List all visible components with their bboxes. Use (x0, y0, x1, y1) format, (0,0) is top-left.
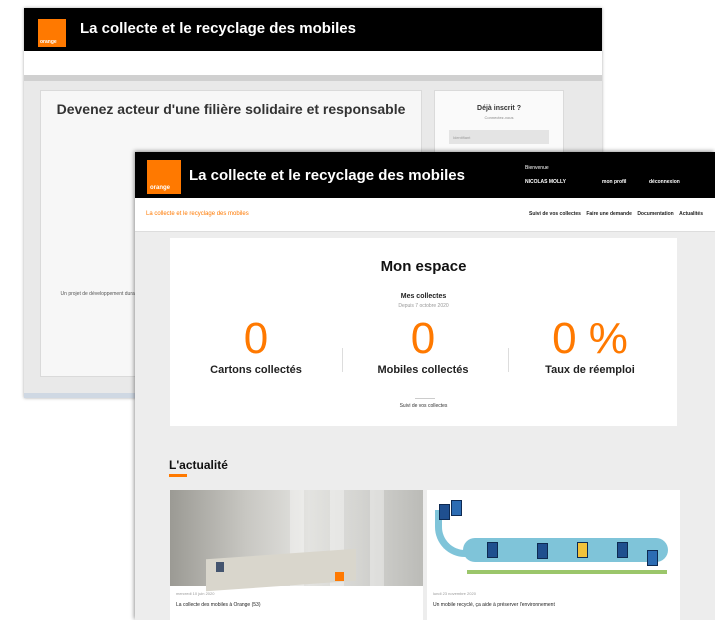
news-headline[interactable]: La collecte des mobiles à Orange (53) (176, 602, 261, 608)
stat-reemploi: 0 % Taux de réemploi (510, 314, 670, 377)
back-subheader (24, 51, 602, 75)
suivi-collectes-link[interactable]: Suivi de vos collectes (170, 403, 677, 409)
stat-label: Mobiles collectés (377, 364, 469, 376)
welcome-text: Bienvenue (525, 165, 549, 171)
stat-label: Cartons collectés (210, 364, 302, 376)
logo-text: orange (40, 39, 57, 45)
divider (24, 75, 602, 81)
stat-mobiles: 0 Mobiles collectés (343, 314, 503, 377)
collectes-date: Depuis 7 octobre 2020 (398, 303, 449, 309)
news-date: lundi 23 novembre 2020 (433, 591, 476, 596)
user-name[interactable]: NICOLAS MOLLY (525, 179, 566, 185)
back-intro-title: Devenez acteur d'une filière solidaire e… (56, 101, 406, 117)
login-title: Déjà inscrit ? (477, 105, 521, 112)
divider (415, 398, 435, 399)
profile-link[interactable]: mon profil (602, 179, 626, 185)
front-header: orange La collecte et le recyclage des m… (135, 152, 715, 198)
news-illustration (427, 490, 680, 586)
stat-divider (508, 348, 509, 372)
site-title: La collecte et le recyclage des mobiles (189, 167, 465, 184)
foreground-screenshot: orange La collecte et le recyclage des m… (135, 152, 715, 620)
logo-text: orange (150, 185, 171, 191)
news-card[interactable]: mercredi 10 juin 2020 La collecte des mo… (170, 490, 423, 620)
login-username-field[interactable]: Identifiant (449, 130, 549, 144)
nav-link-suivi[interactable]: Suivi de vos collectes (529, 211, 581, 217)
nav-link-demande[interactable]: Faire une demande (586, 211, 632, 217)
orange-logo[interactable]: orange (147, 160, 181, 194)
stat-value: 0 (410, 314, 436, 363)
news-headline[interactable]: Un mobile recyclé, ça aide à préserver l… (433, 602, 555, 608)
nav-links: Suivi de vos collectes Faire une demande… (525, 211, 703, 217)
news-section-title: L'actualité (169, 458, 228, 472)
nav-link-actualites[interactable]: Actualités (679, 211, 703, 217)
nav-home-link[interactable]: La collecte et le recyclage des mobiles (146, 211, 249, 217)
stat-value: 0 (243, 314, 269, 363)
stat-cartons: 0 Cartons collectés (176, 314, 336, 377)
login-subtitle: Connectez-vous (484, 115, 514, 120)
collectes-heading: Mes collectes (400, 293, 447, 300)
stat-value: 0 % (552, 314, 628, 363)
back-header: orange La collecte et le recyclage des m… (24, 8, 602, 51)
back-site-title: La collecte et le recyclage des mobiles (80, 20, 356, 37)
logout-link[interactable]: déconnexion (649, 179, 680, 185)
title-accent-bar (169, 474, 187, 477)
news-card[interactable]: lundi 23 novembre 2020 Un mobile recyclé… (427, 490, 680, 620)
news-date: mercredi 10 juin 2020 (176, 591, 215, 596)
mon-espace-card: Mon espace Mes collectes Depuis 7 octobr… (170, 238, 677, 426)
page-title: Mon espace (380, 258, 467, 275)
nav-link-documentation[interactable]: Documentation (637, 211, 673, 217)
user-greeting: Bienvenue (525, 165, 549, 172)
news-photo (170, 490, 423, 592)
stat-label: Taux de réemploi (545, 364, 635, 376)
main-nav: La collecte et le recyclage des mobiles … (135, 198, 715, 232)
orange-logo[interactable]: orange (38, 19, 66, 47)
